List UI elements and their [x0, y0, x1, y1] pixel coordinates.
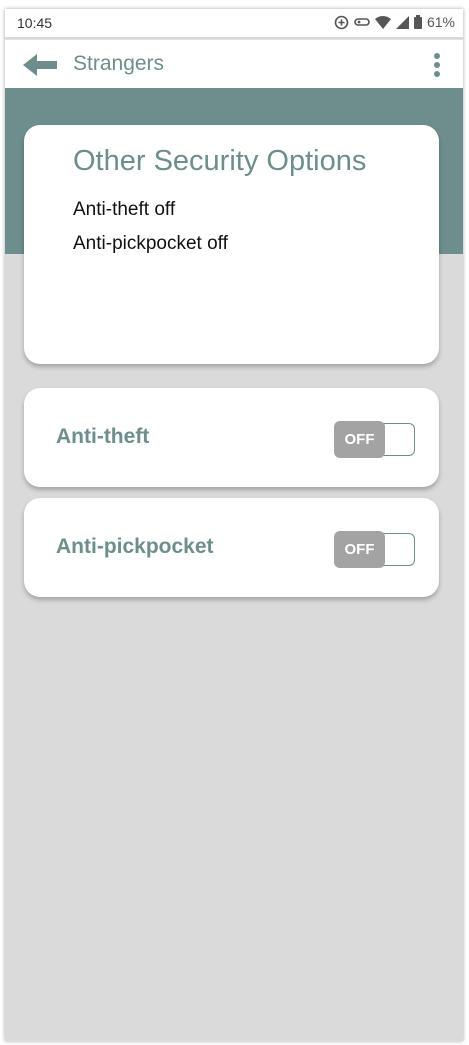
- page-title: Strangers: [73, 52, 165, 75]
- vpn-key-icon: [354, 16, 370, 28]
- data-saver-icon: [334, 15, 349, 30]
- anti-pickpocket-card: Anti-pickpocket OFF: [24, 498, 439, 597]
- anti-theft-card: Anti-theft OFF: [24, 388, 439, 487]
- card-title: Other Security Options: [73, 145, 367, 177]
- back-button[interactable]: [23, 53, 59, 77]
- battery-percent: 61%: [426, 14, 455, 30]
- more-vert-icon: [429, 53, 445, 85]
- anti-pickpocket-toggle[interactable]: OFF: [334, 531, 415, 569]
- wifi-icon: [374, 15, 391, 29]
- status-line-anti-theft: Anti-theft off: [73, 199, 176, 220]
- anti-theft-label: Anti-theft: [56, 425, 150, 448]
- security-options-card: Other Security Options Anti-theft off An…: [24, 125, 439, 364]
- status-icons: 61%: [334, 14, 455, 30]
- cell-signal-icon: [395, 15, 409, 29]
- anti-theft-toggle[interactable]: OFF: [334, 421, 415, 459]
- app-bar: Strangers: [5, 39, 463, 88]
- battery-icon: [413, 15, 422, 29]
- more-options-button[interactable]: [429, 51, 445, 81]
- toggle-knob: OFF: [334, 531, 385, 568]
- arrow-left-icon: [23, 54, 59, 81]
- status-time: 10:45: [17, 15, 53, 31]
- toggle-knob: OFF: [334, 421, 385, 458]
- status-line-anti-pickpocket: Anti-pickpocket off: [73, 233, 228, 254]
- phone-screen: 10:45 61% Strangers Other Security Optio…: [5, 9, 463, 1041]
- anti-pickpocket-label: Anti-pickpocket: [56, 535, 214, 558]
- status-bar: 10:45 61%: [5, 9, 463, 37]
